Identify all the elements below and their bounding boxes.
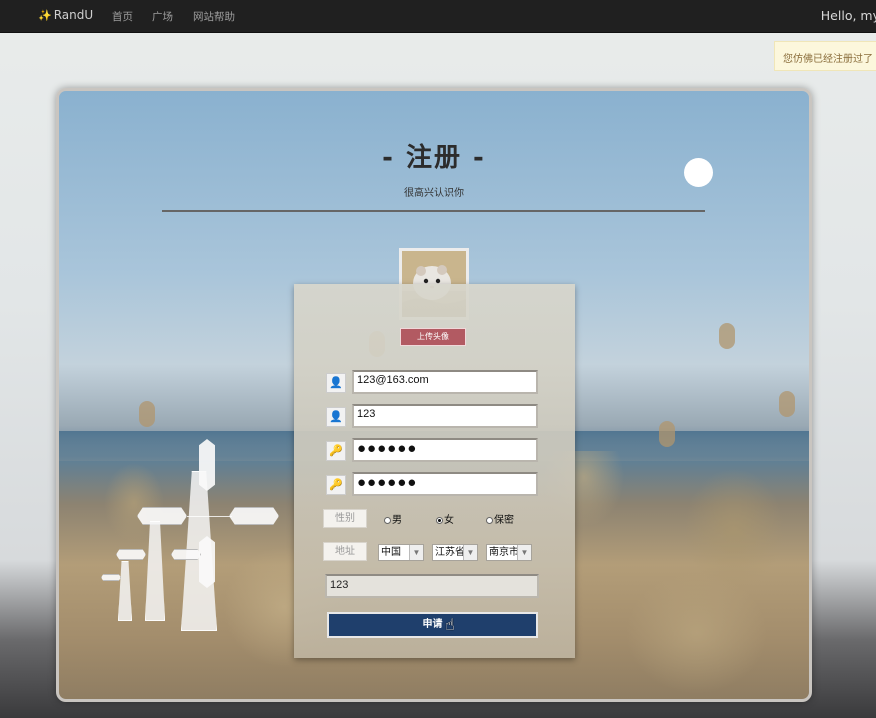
gender-radio-male[interactable]: 男 (384, 511, 402, 526)
hand-cursor-icon: ☝ (445, 615, 455, 634)
city-select[interactable]: 南京市 ▼ (486, 544, 532, 561)
reed-decoration (659, 421, 675, 447)
register-form: 上传头像 👤 123@163.com 👤 123 🔑 ●●●●●● 🔑 ●●●●… (294, 284, 575, 658)
province-value: 江苏省 (435, 547, 465, 558)
address-label: 地址 (323, 542, 367, 561)
address-detail-field[interactable]: 123 (325, 574, 539, 598)
password-confirm-field[interactable]: ●●●●●● (352, 472, 538, 496)
gender-radio-female[interactable]: 女 (436, 511, 454, 526)
top-navbar: ✨ RandU 首页 广场 网站帮助 Hello, my (0, 0, 876, 33)
key-icon: 🔑 (326, 441, 346, 461)
page-subtitle: 很高兴认识你 (404, 188, 464, 199)
country-select[interactable]: 中国 ▼ (378, 544, 424, 561)
register-card: - 注册 - 很高兴认识你 上传头像 👤 123@163.com 👤 123 🔑… (56, 88, 812, 702)
gender-radio-secret[interactable]: 保密 (486, 511, 514, 526)
chevron-down-icon: ▼ (517, 545, 531, 560)
user-greeting[interactable]: Hello, my (821, 8, 876, 23)
password-field[interactable]: ●●●●●● (352, 438, 538, 462)
nav-square-link[interactable]: 广场 (152, 9, 173, 24)
reed-decoration (779, 391, 795, 417)
radio-icon (486, 517, 493, 524)
notice-toast: 您仿佛已经注册过了 (774, 41, 876, 71)
radio-icon (384, 517, 391, 524)
brand-link[interactable]: ✨ RandU (38, 8, 93, 22)
gender-option-label: 男 (392, 515, 402, 526)
gender-option-label: 保密 (494, 515, 514, 526)
country-value: 中国 (381, 547, 401, 558)
reed-decoration (719, 323, 735, 349)
nav-home-link[interactable]: 首页 (112, 9, 133, 24)
sparkle-icon: ✨ (38, 9, 52, 22)
nav-help-link[interactable]: 网站帮助 (193, 9, 235, 24)
chevron-down-icon: ▼ (463, 545, 477, 560)
reed-decoration (139, 401, 155, 427)
gender-option-label: 女 (444, 515, 454, 526)
province-select[interactable]: 江苏省 ▼ (432, 544, 478, 561)
page-title: - 注册 - (382, 143, 486, 173)
brand-name: RandU (53, 8, 94, 22)
user-icon: 👤 (326, 373, 346, 393)
user-icon: 👤 (326, 407, 346, 427)
key-icon: 🔑 (326, 475, 346, 495)
gender-label: 性别 (323, 509, 367, 528)
radio-selected-icon (436, 517, 443, 524)
city-value: 南京市 (489, 547, 519, 558)
chevron-down-icon: ▼ (409, 545, 423, 560)
submit-button[interactable]: 申请 (327, 612, 538, 638)
upload-avatar-button[interactable]: 上传头像 (400, 328, 466, 346)
title-divider (162, 210, 705, 212)
username-field[interactable]: 123 (352, 404, 538, 428)
email-field[interactable]: 123@163.com (352, 370, 538, 394)
